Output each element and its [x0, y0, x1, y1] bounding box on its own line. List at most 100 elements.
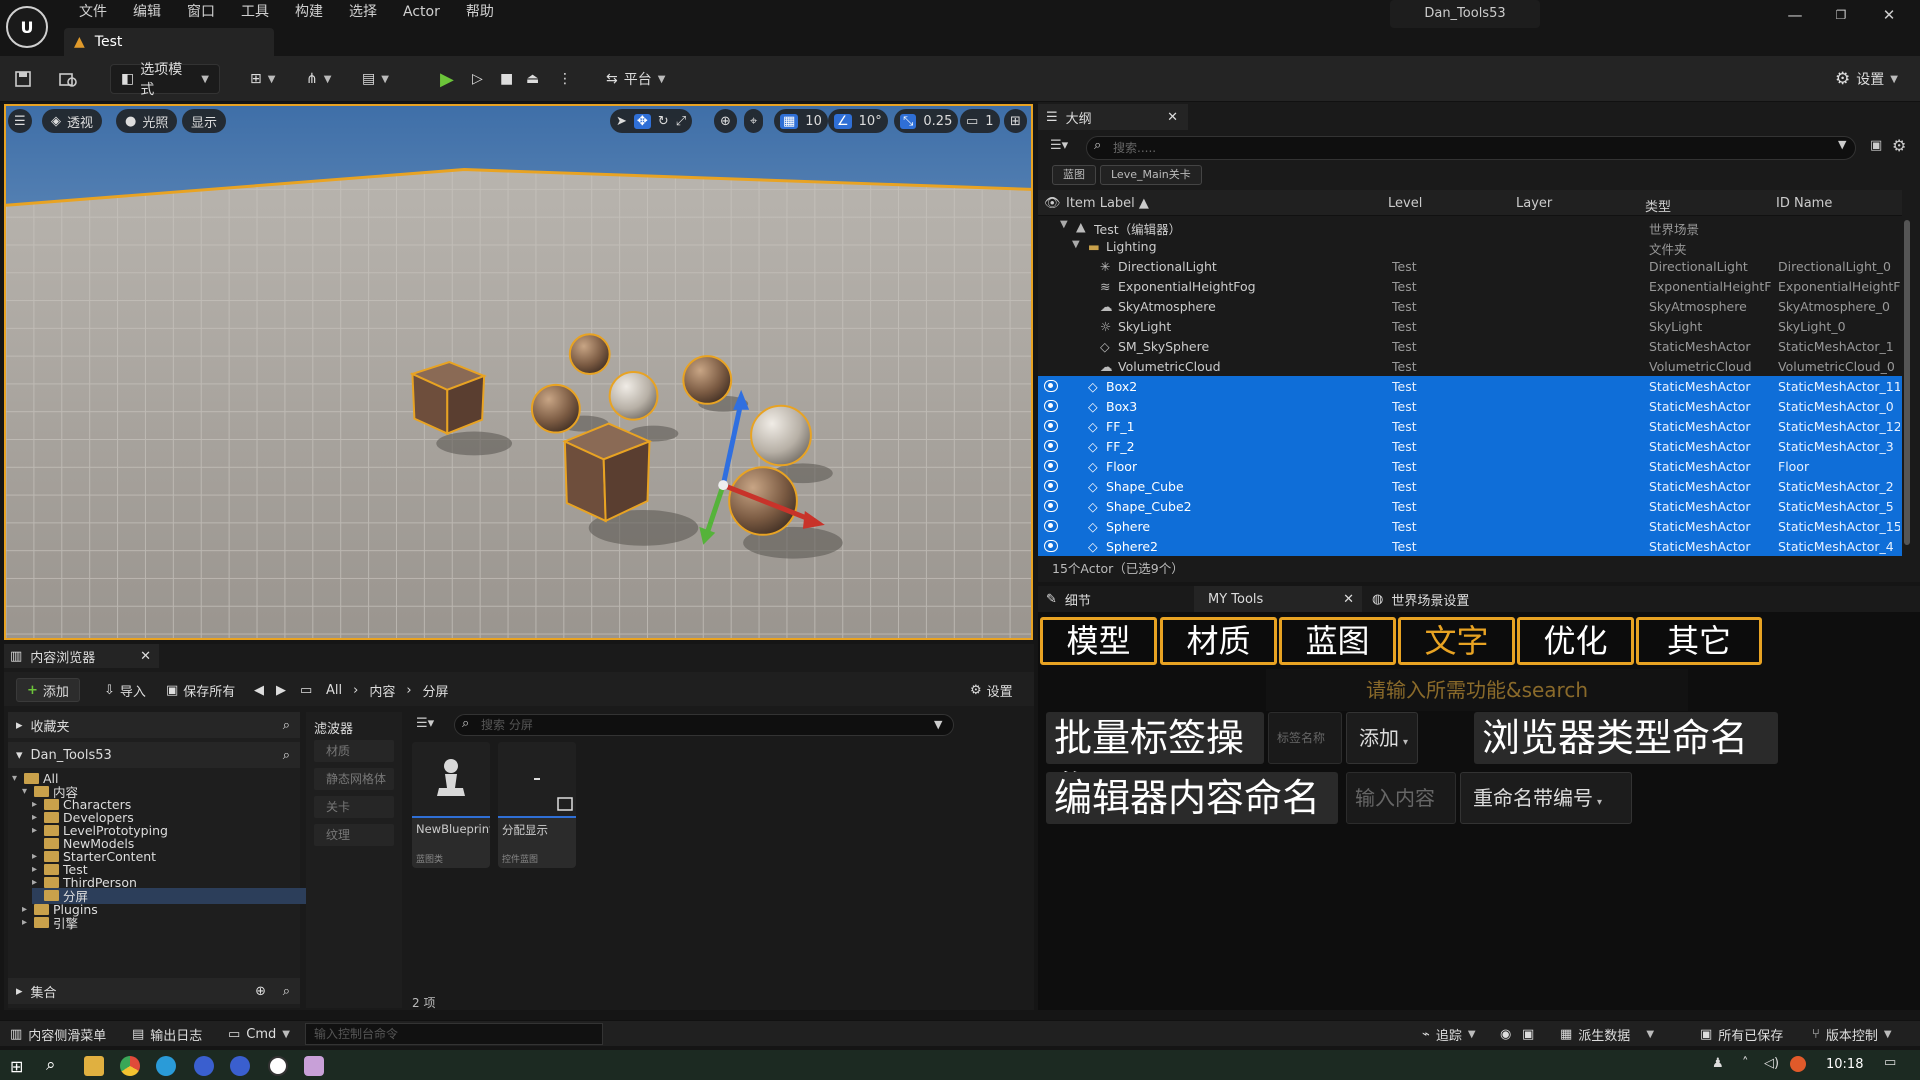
record-icon[interactable]: ◉: [1500, 1025, 1511, 1043]
show-button[interactable]: 显示: [182, 109, 227, 133]
details-tab[interactable]: ✎ 细节: [1038, 586, 1091, 612]
unreal-logo-icon[interactable]: U: [6, 6, 48, 48]
tree-expander-icon[interactable]: ▸: [32, 799, 40, 810]
visibility-eye-icon[interactable]: [1044, 400, 1058, 412]
batch-tag-button[interactable]: 批量标签操作: [1046, 712, 1264, 812]
outliner-row[interactable]: ◇ Shape_Cube Test StaticMeshActor StaticMesh…: [1038, 476, 1902, 496]
function-search-hint[interactable]: 请输入所需功能&search: [1266, 669, 1688, 711]
world-settings-tab[interactable]: ◍ 世界场景设置: [1364, 586, 1469, 612]
add-actor-button[interactable]: ⊞ ▼: [250, 64, 275, 94]
menu-build[interactable]: 构建: [282, 3, 336, 21]
filter-chip-blueprint[interactable]: 蓝图: [1052, 165, 1096, 185]
outliner-row[interactable]: ◇ Sphere2 Test StaticMeshActor StaticMeshAct…: [1038, 536, 1902, 556]
perspective-button[interactable]: ◈ 透视: [42, 109, 103, 133]
surface-snap-button[interactable]: ⌖: [744, 109, 764, 133]
project-section[interactable]: ▾ Dan_Tools53 ⌕: [8, 742, 300, 768]
outliner-row[interactable]: ≋ ExponentialHeightFog Test ExponentialHeig…: [1038, 276, 1902, 296]
notification-icon[interactable]: ▭: [1884, 1055, 1896, 1070]
scale-snap-button[interactable]: ⤡ 0.25: [894, 109, 959, 133]
content-settings-button[interactable]: ⚙ 设置: [970, 678, 1013, 702]
chevron-down-icon[interactable]: ▼: [1838, 138, 1846, 151]
select-tool-icon[interactable]: ➤: [616, 114, 627, 129]
add-button[interactable]: + 添加: [16, 678, 80, 702]
editor-rename-button[interactable]: 编辑器内容命名: [1046, 772, 1338, 824]
filter-material[interactable]: 材质: [314, 740, 394, 762]
restore-button[interactable]: ❐: [1826, 4, 1856, 26]
edge-icon[interactable]: [156, 1056, 176, 1076]
outliner-row[interactable]: ◇ Shape_Cube2 Test StaticMeshActor StaticMes…: [1038, 496, 1902, 516]
tray-app-icon[interactable]: [1790, 1056, 1806, 1072]
close-icon[interactable]: ✕: [1167, 110, 1178, 125]
asset-tile[interactable]: 分配显示 控件蓝图: [498, 742, 576, 868]
rotation-snap-button[interactable]: ∠ 10°: [828, 109, 888, 133]
column-item-label[interactable]: Item Label ▲: [1066, 196, 1149, 211]
tree-expander-icon[interactable]: ▸: [32, 825, 40, 836]
tree-expander-icon[interactable]: ▾: [12, 773, 20, 784]
category-button[interactable]: 材质: [1160, 617, 1277, 665]
chevron-down-icon[interactable]: ▼: [1060, 219, 1068, 230]
outliner-row[interactable]: ◇ FF_1 Test StaticMeshActor StaticMeshActor_…: [1038, 416, 1902, 436]
settings-dropdown[interactable]: ⚙ 设置 ▼: [1835, 64, 1898, 94]
coordinate-system-button[interactable]: ⊕: [714, 109, 737, 133]
play-options-button[interactable]: ⋮: [558, 64, 572, 94]
add-folder-icon[interactable]: ▣: [1870, 138, 1882, 153]
content-browser-tab[interactable]: ▥ 内容浏览器 ✕: [4, 644, 159, 668]
filter-icon[interactable]: ☰▾: [416, 716, 434, 731]
tree-expander-icon[interactable]: ▸: [22, 917, 30, 928]
menu-tools[interactable]: 工具: [228, 3, 282, 21]
unreal-taskbar-icon[interactable]: [268, 1056, 288, 1076]
play-button[interactable]: ▶: [440, 64, 454, 94]
search-icon[interactable]: ⌕: [283, 748, 290, 763]
level-tab[interactable]: ▲ Test: [64, 28, 274, 56]
browser-rename-button[interactable]: 浏览器类型命名: [1474, 712, 1778, 764]
save-icon[interactable]: [14, 64, 32, 94]
screenshot-icon[interactable]: ▣: [1522, 1025, 1534, 1043]
menu-window[interactable]: 窗口: [174, 3, 228, 21]
grid-snap-button[interactable]: ▦ 10: [774, 109, 828, 133]
gear-icon[interactable]: ⚙: [1892, 136, 1906, 155]
category-button[interactable]: 优化: [1517, 617, 1634, 665]
sphere-actor[interactable]: [568, 333, 611, 375]
column-level[interactable]: Level: [1388, 196, 1422, 211]
content-drawer-button[interactable]: ▥ 内容侧滑菜单: [10, 1025, 106, 1044]
outliner-row[interactable]: ◇ FF_2 Test StaticMeshActor StaticMeshActor_…: [1038, 436, 1902, 456]
viewport-layout-button[interactable]: ⊞: [1004, 109, 1027, 133]
rename-with-number-dropdown[interactable]: 重命名带编号 ▾: [1460, 772, 1632, 824]
folder-icon[interactable]: ▭: [300, 678, 312, 702]
move-tool-icon[interactable]: ✥: [633, 113, 651, 129]
blueprint-button[interactable]: ⋔ ▼: [306, 64, 331, 94]
column-layer[interactable]: Layer: [1516, 196, 1552, 211]
breadcrumb-splitscreen[interactable]: 分屏: [423, 681, 449, 700]
derived-data-dropdown[interactable]: ▦ 派生数据 ▼: [1560, 1025, 1654, 1044]
tree-expander-icon[interactable]: ▾: [22, 786, 30, 797]
category-button[interactable]: 模型: [1040, 617, 1157, 665]
my-tools-tab[interactable]: MY Tools ✕: [1194, 586, 1362, 612]
steam-icon[interactable]: [194, 1056, 214, 1076]
camera-speed-button[interactable]: ▭ 1: [960, 109, 1000, 133]
favorites-section[interactable]: ▸ 收藏夹 ⌕: [8, 712, 300, 738]
cmd-dropdown[interactable]: ▭ Cmd ▼: [228, 1025, 290, 1043]
tree-expander-icon[interactable]: [32, 890, 40, 901]
outliner-row[interactable]: ◇ SM_SkySphere Test StaticMeshActor StaticMe…: [1038, 336, 1902, 356]
user-icon[interactable]: ♟: [1712, 1056, 1724, 1071]
tree-expander-icon[interactable]: ▸: [22, 904, 30, 915]
breadcrumb-content[interactable]: 内容: [369, 681, 395, 700]
sphere-actor[interactable]: [750, 404, 812, 467]
content-input[interactable]: 输入内容: [1346, 772, 1456, 824]
tree-expander-icon[interactable]: ▸: [32, 877, 40, 888]
outliner-row[interactable]: ▼ ▬ Lighting 文件夹: [1038, 236, 1902, 257]
outliner-tab[interactable]: ☰ 大纲 ✕: [1038, 104, 1188, 130]
filter-icon[interactable]: ☰▾: [1050, 138, 1068, 153]
chevron-down-icon[interactable]: ▼: [1072, 239, 1080, 250]
search-icon[interactable]: ⌕: [283, 718, 290, 733]
level-viewport[interactable]: ☰ ◈ 透视 ● 光照 显示 ➤ ✥ ↻ ⤢ ⊕ ⌖ ▦ 10 ∠ 10° ⤡ 0.25 …: [4, 104, 1033, 640]
outliner-row[interactable]: ◇ Sphere Test StaticMeshActor StaticMeshActo…: [1038, 516, 1902, 536]
asset-search-input[interactable]: 搜索 分屏: [454, 714, 954, 736]
menu-file[interactable]: 文件: [66, 3, 120, 21]
tree-expander-icon[interactable]: ▸: [32, 864, 40, 875]
outliner-row[interactable]: ▼ ▲ Test（编辑器） 世界场景: [1038, 216, 1902, 237]
step-button[interactable]: ▷: [472, 64, 483, 94]
visibility-eye-icon[interactable]: [1044, 540, 1058, 552]
volume-icon[interactable]: ◁): [1764, 1056, 1779, 1071]
minimize-button[interactable]: —: [1780, 4, 1810, 26]
